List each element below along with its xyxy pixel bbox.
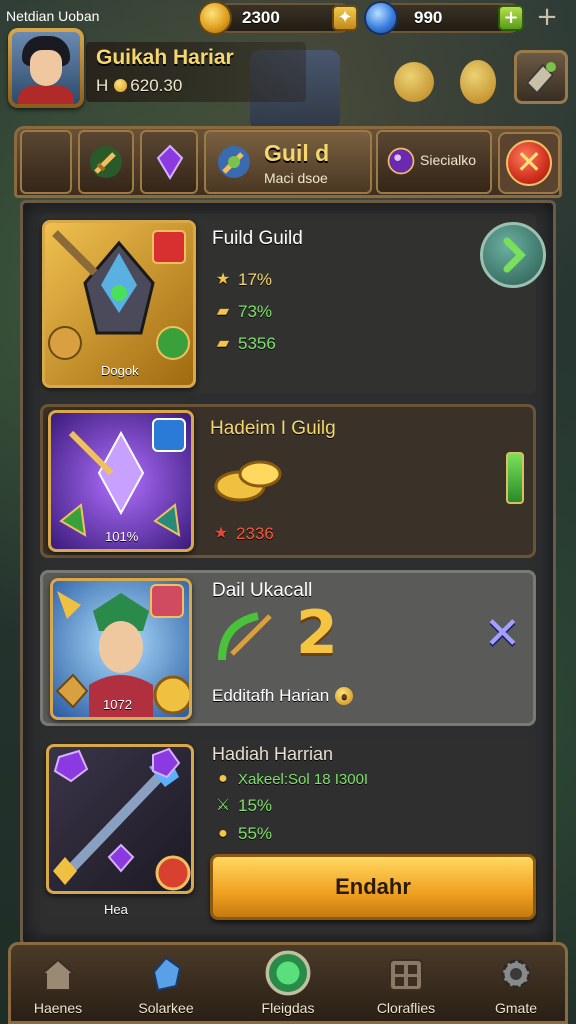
player-name: Guikah Hariar: [96, 46, 234, 69]
helmet-emblem-icon: [48, 230, 190, 360]
gold-bar-icon: ▰: [216, 335, 230, 352]
weapon-emblem-icon: [53, 747, 191, 891]
guild-stat-row: ● 55%: [214, 824, 272, 844]
avatar-portrait: [12, 32, 80, 104]
nav-crystals[interactable]: Solarkee: [116, 948, 216, 1024]
nav-battle[interactable]: Fleigdas: [238, 948, 338, 1024]
blue-gem-icon: [364, 1, 398, 35]
crystal-icon: [152, 956, 182, 992]
gear-icon: [501, 959, 531, 989]
player-avatar[interactable]: [8, 28, 84, 108]
close-button[interactable]: ✕: [498, 132, 560, 194]
player-currency-line: H 620.30: [96, 76, 182, 96]
star-icon: ★: [215, 271, 231, 288]
house-icon: [39, 958, 77, 991]
inventory-grid-icon: [389, 959, 423, 991]
map-coin-decoration: [460, 60, 496, 104]
bow-icon: [218, 612, 272, 661]
tab-sword[interactable]: [78, 130, 134, 194]
status-title: Netdian Uoban: [6, 8, 100, 24]
guild-stat-value: 15%: [238, 796, 273, 815]
player-sub-prefix: H: [96, 76, 109, 95]
guild-emblem-frame: Dogok: [42, 220, 196, 388]
magic-orb-icon: [387, 147, 415, 175]
guild-card-title: Hadeim I Guilg: [210, 418, 336, 439]
guild-stat-value: 17%: [238, 270, 273, 289]
coin-icon: [114, 79, 128, 92]
green-orb-icon: [265, 950, 311, 996]
guild-card-caption: 1072: [103, 697, 132, 712]
guild-emblem-frame: 1072: [50, 578, 192, 720]
guild-footer-text: Edditafh Harian: [212, 686, 330, 705]
coin-icon: ●: [218, 770, 228, 787]
guild-footer-row: Edditafh Harian ●: [212, 686, 354, 706]
level-up-icon[interactable]: [506, 452, 524, 504]
nav-home[interactable]: Haenes: [8, 948, 108, 1024]
avatar-cape: [18, 86, 74, 104]
guild-stat-row: ★ 17%: [214, 270, 272, 290]
player-coins: 620.30: [130, 76, 183, 95]
tab-special-label: Siecialko: [420, 152, 477, 168]
sword-icon: [90, 146, 122, 178]
tab-home[interactable]: [20, 130, 72, 194]
guild-stat-value: Xakeel:Sol 18 I300I: [238, 770, 369, 788]
nav-settings[interactable]: Gmate: [466, 948, 566, 1024]
map-coin-decoration: [394, 62, 434, 102]
plus-icon[interactable]: +: [532, 3, 562, 33]
guild-emblem-icon: [218, 146, 250, 178]
guild-stat-row: ⚔ 15%: [214, 796, 272, 816]
nav-label: Cloraflies: [376, 1000, 436, 1016]
purple-crystal-icon: [156, 144, 184, 180]
map-button[interactable]: [514, 50, 568, 104]
guild-card-caption: 101%: [105, 529, 139, 544]
guild-card-title: Hadiah Harrian: [212, 744, 334, 764]
gold-coin-icon: [198, 1, 232, 35]
gold-bar-icon: ▰: [216, 303, 230, 320]
nav-label: Solarkee: [138, 1000, 194, 1016]
tab-guild-subtitle: Maci dsoe: [264, 170, 328, 186]
guild-card-caption: Dogok: [101, 363, 139, 378]
tab-guild-title: Guil d: [264, 140, 330, 166]
gold-add-button[interactable]: ✦: [332, 5, 358, 31]
nav-label: Fleigdas: [261, 1000, 315, 1016]
gold-value: 2300: [242, 8, 280, 27]
dismiss-icon[interactable]: ✕: [484, 608, 521, 659]
rank-number-icon: 2: [296, 598, 338, 668]
close-icon: ✕: [506, 140, 552, 186]
gem-add-button[interactable]: +: [498, 5, 524, 31]
gem-value: 990: [414, 8, 443, 27]
star-icon: ★: [213, 525, 229, 542]
guild-stat-row: ▰ 73%: [214, 302, 272, 322]
sword-icon: ⚔: [215, 797, 231, 814]
gold-pile-icon: [214, 460, 282, 502]
guild-stat-value: 73%: [238, 302, 273, 321]
guild-card-title: Fuild Guild: [212, 228, 303, 249]
guild-stat-row: ★ 2336: [212, 524, 274, 544]
arrow-right-icon: [503, 237, 526, 273]
nav-label: Gmate: [494, 1000, 537, 1016]
guild-stat-value: 2336: [236, 524, 274, 543]
guild-emblem-frame: [46, 744, 194, 894]
guild-card-caption: Hea: [104, 902, 128, 917]
tab-crystal[interactable]: [140, 130, 198, 194]
join-guild-button[interactable]: Endahr: [210, 854, 536, 920]
guild-stat-row: ● Xakeel:Sol 18 I300I: [214, 770, 368, 788]
guild-stat-value: 55%: [238, 824, 273, 843]
guild-go-button[interactable]: [480, 222, 546, 288]
avatar-face: [30, 50, 62, 86]
map-scroll-icon: [525, 62, 556, 95]
guild-stat-value: 5356: [238, 334, 276, 353]
coin-icon: ●: [218, 825, 228, 842]
guild-stat-row: ▰ 5356: [214, 334, 276, 354]
nav-inventory[interactable]: Cloraflies: [356, 948, 456, 1024]
guild-emblem-frame: 101%: [48, 410, 194, 552]
coin-icon: ●: [335, 687, 354, 705]
nav-label: Haenes: [33, 1000, 83, 1016]
